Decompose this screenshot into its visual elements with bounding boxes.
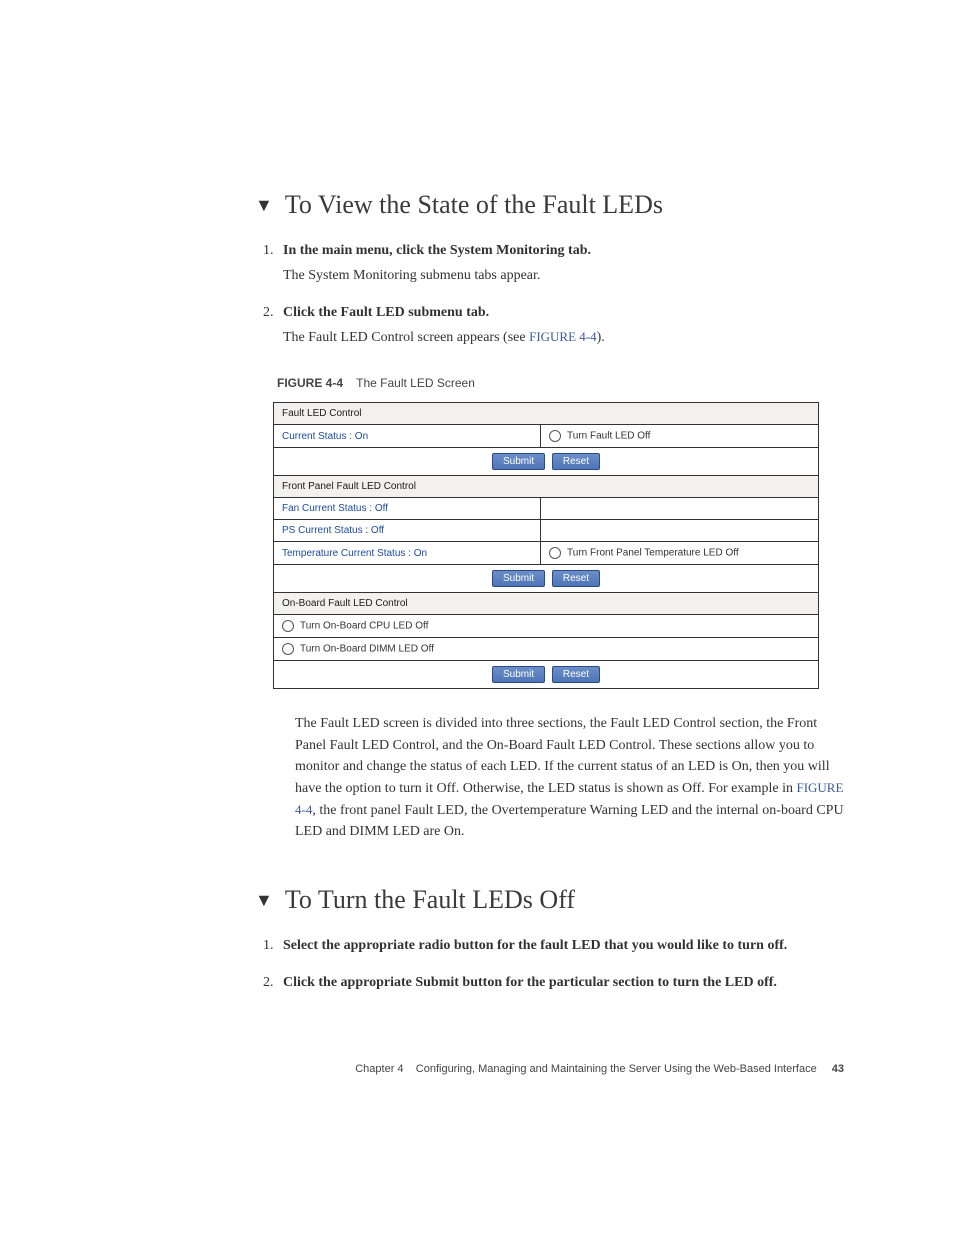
- page-footer: Chapter 4 Configuring, Managing and Main…: [255, 1063, 844, 1075]
- text: , the front panel Fault LED, the Overtem…: [295, 803, 844, 840]
- radio-label: Turn Fault LED Off: [567, 431, 650, 442]
- step-body: The Fault LED Control screen appears (se…: [283, 327, 844, 348]
- steps-list-2: Select the appropriate radio button for …: [277, 935, 844, 993]
- status-text: Current Status : On: [274, 425, 541, 448]
- status-text: Temperature Current Status : On: [274, 542, 541, 565]
- fault-led-screenshot: Fault LED Control Current Status : On Tu…: [273, 402, 819, 689]
- step-title: Select the appropriate radio button for …: [283, 938, 787, 953]
- radio-cell: Turn On-Board CPU LED Off: [274, 615, 819, 638]
- submit-button[interactable]: Submit: [492, 570, 545, 587]
- button-row: Submit Reset: [274, 565, 819, 593]
- empty-cell: [541, 498, 819, 520]
- figure-label: FIGURE 4-4: [277, 376, 343, 390]
- status-text: PS Current Status : Off: [274, 520, 541, 542]
- radio-icon[interactable]: [549, 430, 561, 442]
- radio-icon[interactable]: [282, 620, 294, 632]
- section-heading-view-state: ▼ To View the State of the Fault LEDs: [255, 190, 844, 220]
- step-item: Click the appropriate Submit button for …: [277, 972, 844, 993]
- step-item: In the main menu, click the System Monit…: [277, 240, 844, 286]
- reset-button[interactable]: Reset: [552, 666, 600, 683]
- figure-title: The Fault LED Screen: [356, 376, 475, 390]
- button-row: Submit Reset: [274, 448, 819, 476]
- triangle-down-icon: ▼: [255, 890, 273, 911]
- radio-label: Turn Front Panel Temperature LED Off: [567, 548, 739, 559]
- section-title: To Turn the Fault LEDs Off: [285, 885, 575, 915]
- page-number: 43: [832, 1063, 844, 1075]
- radio-label: Turn On-Board DIMM LED Off: [300, 644, 434, 655]
- text: The Fault LED screen is divided into thr…: [295, 716, 830, 796]
- step-title: In the main menu, click the System Monit…: [283, 243, 591, 258]
- status-text: Fan Current Status : Off: [274, 498, 541, 520]
- panel-header: Front Panel Fault LED Control: [274, 476, 819, 498]
- steps-list-1: In the main menu, click the System Monit…: [277, 240, 844, 348]
- text: ).: [597, 330, 605, 345]
- radio-cell: Turn Fault LED Off: [541, 425, 819, 448]
- footer-title: Configuring, Managing and Maintaining th…: [416, 1063, 817, 1075]
- figure-reference-link[interactable]: FIGURE 4-4: [529, 329, 597, 344]
- reset-button[interactable]: Reset: [552, 570, 600, 587]
- step-body: The System Monitoring submenu tabs appea…: [283, 265, 844, 286]
- radio-icon[interactable]: [282, 643, 294, 655]
- section-title: To View the State of the Fault LEDs: [285, 190, 663, 220]
- panel-header: On-Board Fault LED Control: [274, 593, 819, 615]
- radio-icon[interactable]: [549, 547, 561, 559]
- radio-cell: Turn Front Panel Temperature LED Off: [541, 542, 819, 565]
- submit-button[interactable]: Submit: [492, 453, 545, 470]
- triangle-down-icon: ▼: [255, 195, 273, 216]
- reset-button[interactable]: Reset: [552, 453, 600, 470]
- body-paragraph: The Fault LED screen is divided into thr…: [295, 713, 844, 843]
- step-item: Select the appropriate radio button for …: [277, 935, 844, 956]
- text: The Fault LED Control screen appears (se…: [283, 330, 529, 345]
- step-title: Click the appropriate Submit button for …: [283, 975, 777, 990]
- figure-caption: FIGURE 4-4 The Fault LED Screen: [277, 376, 844, 390]
- document-page: ▼ To View the State of the Fault LEDs In…: [0, 0, 954, 1155]
- submit-button[interactable]: Submit: [492, 666, 545, 683]
- panel-header: Fault LED Control: [274, 403, 819, 425]
- radio-label: Turn On-Board CPU LED Off: [300, 621, 428, 632]
- step-title: Click the Fault LED submenu tab.: [283, 305, 489, 320]
- section-heading-turn-off: ▼ To Turn the Fault LEDs Off: [255, 885, 844, 915]
- button-row: Submit Reset: [274, 661, 819, 689]
- step-item: Click the Fault LED submenu tab. The Fau…: [277, 302, 844, 348]
- footer-chapter: Chapter 4: [355, 1063, 403, 1075]
- radio-cell: Turn On-Board DIMM LED Off: [274, 638, 819, 661]
- empty-cell: [541, 520, 819, 542]
